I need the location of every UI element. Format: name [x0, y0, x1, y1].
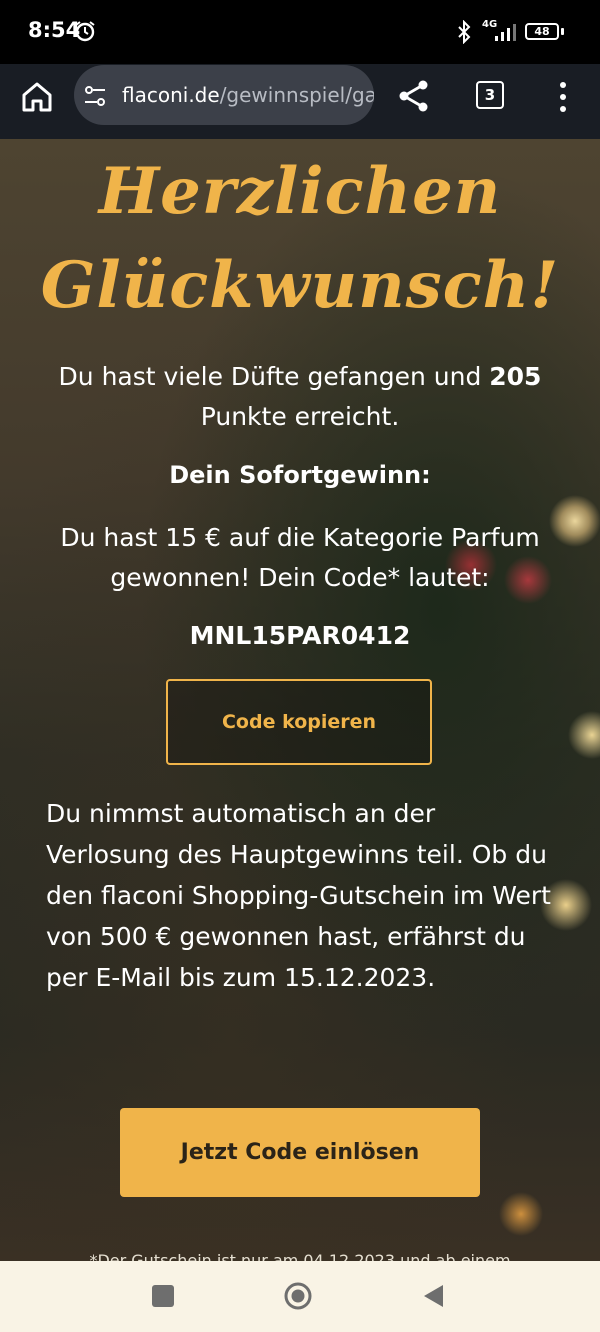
headline-line-2: Glückwunsch!	[40, 248, 560, 323]
home-icon[interactable]	[18, 78, 56, 116]
headline-line-1: Herzlichen	[98, 154, 502, 229]
tune-icon[interactable]	[82, 83, 108, 109]
share-icon[interactable]	[396, 78, 432, 114]
intro-text: Du hast viele Düfte gefangen und 205 Pun…	[30, 357, 570, 437]
points-value: 205	[489, 362, 542, 391]
intro-after: Punkte erreicht.	[200, 402, 400, 431]
browser-toolbar: flaconi.de/gewinnspiel/ga 3	[0, 64, 600, 139]
instant-win-title: Dein Sofortgewinn:	[169, 461, 431, 489]
footnote: *Der Gutschein ist nur am 04.12.2023 und…	[89, 1251, 511, 1261]
url-path: /gewinnspiel/ga	[219, 83, 374, 107]
url-text[interactable]: flaconi.de/gewinnspiel/ga	[122, 83, 374, 107]
win-text: Du hast 15 € auf die Kategorie Parfum ge…	[60, 523, 540, 592]
url-bar[interactable]: flaconi.de/gewinnspiel/ga	[74, 65, 374, 125]
system-nav-bar	[0, 1261, 600, 1332]
battery-level: 48	[534, 25, 550, 38]
signal-icon	[495, 24, 516, 41]
tab-switcher-icon[interactable]: 3	[476, 81, 504, 109]
redeem-code-button[interactable]: Jetzt Code einlösen	[120, 1108, 480, 1197]
recents-icon[interactable]	[152, 1285, 174, 1307]
back-icon[interactable]	[421, 1283, 445, 1309]
url-domain: flaconi.de	[122, 83, 220, 107]
more-vert-icon[interactable]	[554, 80, 572, 114]
headline: Herzlichen Glückwunsch!	[0, 145, 600, 333]
status-time: 8:54	[28, 18, 81, 42]
intro-before: Du hast viele Düfte gefangen und	[58, 362, 490, 391]
home-nav-icon[interactable]	[283, 1281, 313, 1311]
bluetooth-icon	[458, 20, 471, 44]
status-bar: 8:54 4G 48	[0, 0, 600, 64]
alarm-icon	[75, 21, 95, 42]
voucher-code: MNL15PAR0412	[189, 621, 411, 650]
raffle-text: Du nimmst automatisch an der Verlosung d…	[46, 799, 551, 992]
web-page: Herzlichen Glückwunsch! Du hast viele Dü…	[0, 139, 600, 1261]
battery-nub	[561, 28, 564, 35]
copy-code-button[interactable]: Code kopieren	[166, 679, 432, 765]
